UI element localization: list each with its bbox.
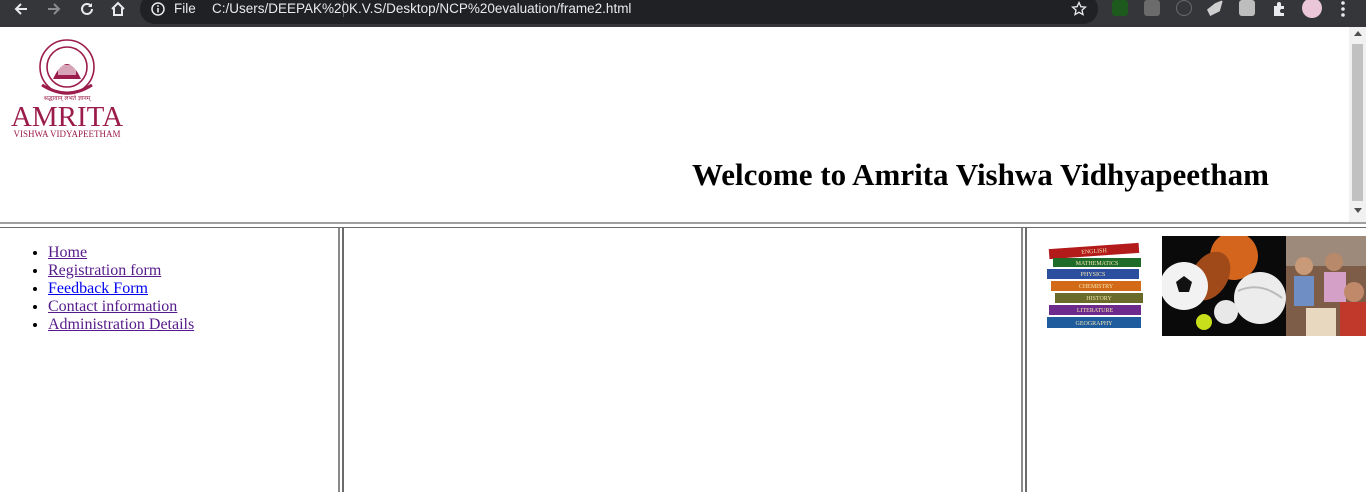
nav-item-contact: Contact information [48, 298, 194, 316]
menu-icon[interactable] [1336, 0, 1350, 18]
nav-item-home: Home [48, 244, 194, 262]
children-photo [1286, 236, 1366, 336]
contact-information-link[interactable]: Contact information [48, 298, 177, 315]
administration-details-link[interactable]: Administration Details [48, 316, 194, 333]
sports-balls-image [1162, 236, 1286, 336]
content-frame [344, 228, 1021, 492]
logo-subtitle: VISHWA VIDYAPEETHAM [13, 129, 120, 139]
books-image: ENGLISH MATHEMATICS PHYSICS CHEMISTRY HI… [1041, 236, 1159, 336]
book-chemistry: CHEMISTRY [1079, 284, 1114, 290]
header-frame: श्रद्धावान् लभते ज्ञानम् AMRITA VISHWA V… [0, 27, 1366, 222]
profile-avatar[interactable] [1302, 0, 1322, 18]
extension-icon-1[interactable] [1112, 0, 1128, 16]
extension-icon-2[interactable] [1144, 0, 1160, 16]
feedback-form-link[interactable]: Feedback Form [48, 280, 148, 297]
home-link[interactable]: Home [48, 244, 87, 261]
nav-item-feedback: Feedback Form [48, 280, 194, 298]
extension-icon-4[interactable] [1207, 0, 1223, 16]
reload-icon[interactable] [77, 0, 97, 18]
book-history: HISTORY [1086, 296, 1112, 302]
registration-form-link[interactable]: Registration form [48, 262, 161, 279]
info-icon[interactable] [150, 0, 166, 18]
welcome-heading: Welcome to Amrita Vishwa Vidhyapeetham [692, 157, 1269, 192]
home-icon[interactable] [108, 0, 128, 18]
extension-icon-5[interactable] [1239, 0, 1255, 16]
book-literature: LITERATURE [1077, 308, 1114, 314]
vertical-scrollbar[interactable] [1349, 27, 1366, 222]
extension-icon-3[interactable] [1176, 0, 1192, 16]
nav-list: Home Registration form Feedback Form Con… [30, 244, 194, 334]
images-frame: ENGLISH MATHEMATICS PHYSICS CHEMISTRY HI… [1027, 228, 1366, 492]
scheme-label: File [174, 1, 196, 16]
star-icon[interactable] [1070, 0, 1088, 18]
address-bar[interactable]: File C:/Users/DEEPAK%20K.V.S/Desktop/NCP… [140, 0, 1098, 24]
amrita-logo: श्रद्धावान् लभते ज्ञानम् AMRITA VISHWA V… [6, 35, 130, 145]
book-physics: PHYSICS [1081, 272, 1106, 278]
book-geography: GEOGRAPHY [1075, 321, 1113, 327]
scroll-down-arrow-icon[interactable] [1349, 208, 1366, 218]
extensions-icon[interactable] [1271, 0, 1287, 18]
scroll-up-arrow-icon[interactable] [1349, 30, 1366, 40]
nav-item-registration: Registration form [48, 262, 194, 280]
back-icon[interactable] [11, 0, 31, 18]
book-mathematics: MATHEMATICS [1076, 261, 1119, 267]
nav-item-administration: Administration Details [48, 316, 194, 334]
scrollbar-thumb[interactable] [1352, 44, 1363, 201]
forward-icon[interactable] [44, 0, 64, 18]
nav-frame: Home Registration form Feedback Form Con… [0, 228, 338, 492]
browser-toolbar: File C:/Users/DEEPAK%20K.V.S/Desktop/NCP… [0, 0, 1366, 27]
url-text[interactable]: C:/Users/DEEPAK%20K.V.S/Desktop/NCP%20ev… [212, 0, 631, 18]
